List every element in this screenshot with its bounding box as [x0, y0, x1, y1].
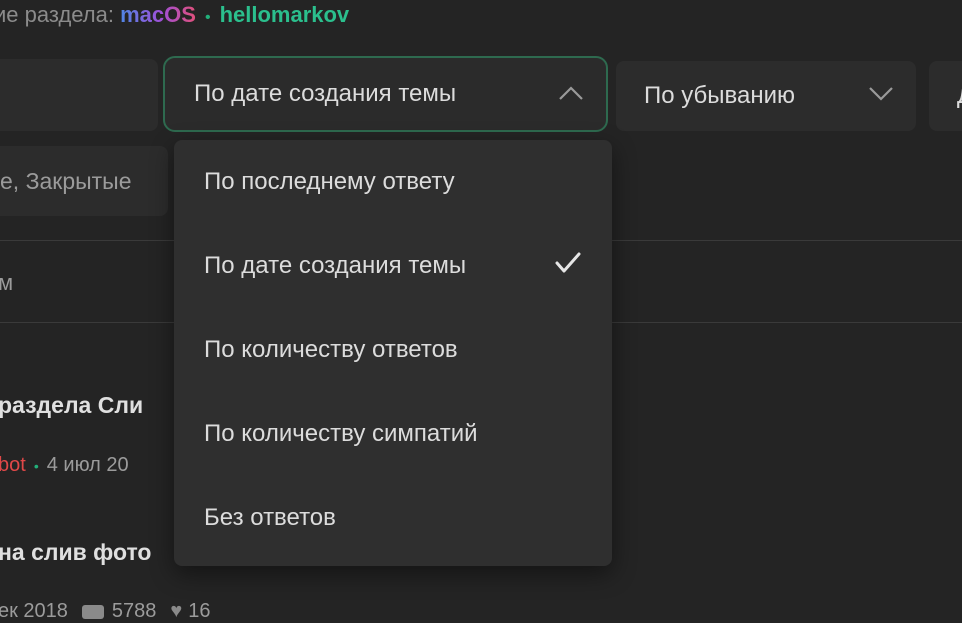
- meta-dot: •: [33, 458, 39, 474]
- sort-option-label: По дате создания темы: [204, 252, 467, 279]
- heart-icon: ♥: [170, 600, 183, 622]
- checkmark-icon: [555, 252, 581, 273]
- order-select-value: По убыванию: [644, 82, 796, 109]
- sort-option-no-replies[interactable]: Без ответов: [174, 476, 612, 560]
- filter-field-left[interactable]: [0, 59, 158, 131]
- sort-select[interactable]: По дате создания темы: [163, 56, 608, 132]
- thread-replies-count: 5788: [111, 600, 157, 622]
- thread-meta: bot • 4 июл 20: [0, 454, 129, 477]
- thread-title[interactable]: на слив фото: [0, 539, 151, 566]
- thread-title[interactable]: раздела Сли: [0, 392, 143, 419]
- replies-icon: [81, 604, 104, 619]
- chevron-up-icon: [559, 86, 583, 100]
- sort-dropdown-menu: По последнему ответу По дате создания те…: [174, 140, 612, 566]
- thread-likes-count: 16: [188, 600, 211, 622]
- thread-date: ек 2018: [0, 600, 68, 622]
- sort-option-likes-count[interactable]: По количеству симпатий: [174, 392, 612, 476]
- filter-prefix-pill[interactable]: е, Закрытые: [0, 146, 168, 216]
- filter-field-right[interactable]: Д: [929, 61, 962, 131]
- thread-meta: ек 2018 5788 ♥ 16: [0, 600, 211, 623]
- moderator-link-hellomarkov[interactable]: hellomarkov: [220, 2, 350, 27]
- sort-select-value: По дате создания темы: [194, 80, 457, 107]
- filter-field-right-value: Д: [957, 82, 962, 109]
- order-select[interactable]: По убыванию: [616, 61, 916, 131]
- tab-label[interactable]: м: [0, 270, 13, 296]
- section-moderators: ие раздела: macOS • hellomarkov: [0, 0, 349, 30]
- thread-date: 4 июл 20: [46, 454, 129, 476]
- thread-author[interactable]: bot: [0, 454, 26, 476]
- chevron-down-icon: [869, 87, 893, 101]
- sort-option-reply-count[interactable]: По количеству ответов: [174, 308, 612, 392]
- moderator-link-macos[interactable]: macOS: [120, 2, 196, 27]
- moderators-label: ие раздела:: [0, 2, 114, 27]
- filter-prefix-text: е, Закрытые: [0, 168, 132, 194]
- sort-option-creation-date[interactable]: По дате создания темы: [174, 224, 612, 308]
- sort-option-last-reply[interactable]: По последнему ответу: [174, 140, 612, 224]
- moderator-separator: •: [204, 9, 211, 26]
